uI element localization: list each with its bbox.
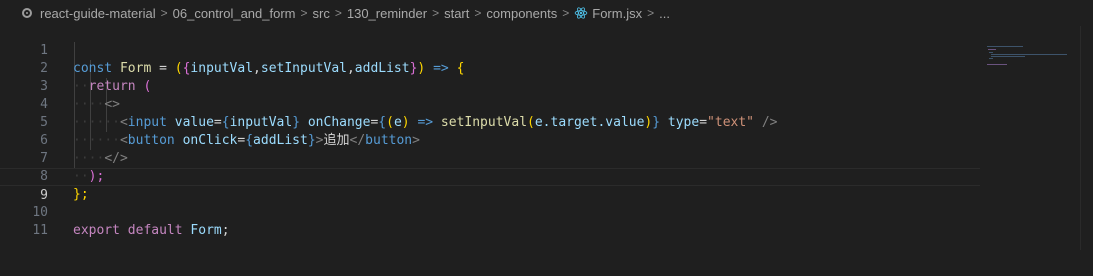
minimap-line bbox=[991, 56, 1025, 57]
minimap[interactable] bbox=[985, 44, 1080, 74]
breadcrumb-item-section[interactable]: 06_control_and_form bbox=[173, 6, 296, 21]
code-line-10: 10 export default Form; bbox=[0, 186, 980, 238]
code-line-9-current[interactable]: 9 bbox=[0, 168, 980, 203]
circle-dot-icon bbox=[22, 8, 32, 18]
code-line-7: 7 ··); bbox=[0, 132, 980, 184]
chevron-right-icon: > bbox=[334, 6, 342, 20]
minimap-line bbox=[987, 46, 1023, 47]
minimap-line bbox=[989, 52, 993, 53]
code-editor[interactable]: 1 const Form = ({inputVal,setInputVal,ad… bbox=[0, 24, 1093, 250]
code-line-8: 8 }; bbox=[0, 150, 980, 202]
code-line-11: 11 bbox=[0, 204, 980, 238]
breadcrumb-item-file[interactable]: Form.jsx bbox=[592, 6, 642, 21]
chevron-right-icon: > bbox=[432, 6, 440, 20]
vertical-scrollbar[interactable] bbox=[1080, 26, 1093, 250]
breadcrumb-item-start[interactable]: start bbox=[444, 6, 469, 21]
breadcrumb-more[interactable]: ... bbox=[659, 6, 670, 21]
chevron-right-icon: > bbox=[474, 6, 482, 20]
line-number: 11 bbox=[32, 223, 48, 238]
minimap-line bbox=[989, 58, 993, 59]
chevron-right-icon: > bbox=[160, 6, 168, 20]
chevron-right-icon: > bbox=[300, 6, 308, 20]
minimap-line bbox=[987, 64, 1007, 65]
code-line-4: 4 ······<input value={inputVal} onChange… bbox=[0, 78, 980, 130]
code-line-3: 3 ····<> bbox=[0, 60, 980, 112]
chevron-right-icon: > bbox=[562, 6, 570, 20]
code-line-1: 1 const Form = ({inputVal,setInputVal,ad… bbox=[0, 24, 980, 76]
chevron-right-icon: > bbox=[647, 6, 655, 20]
breadcrumb-item-src[interactable]: src bbox=[313, 6, 330, 21]
breadcrumb-item-components[interactable]: components bbox=[486, 6, 557, 21]
code-line-5: 5 ······<button onClick={addList}>追加</bu… bbox=[0, 96, 980, 148]
code-line-2: 2 ··return ( bbox=[0, 42, 980, 94]
minimap-line bbox=[988, 49, 996, 50]
breadcrumb: react-guide-material > 06_control_and_fo… bbox=[0, 0, 1093, 26]
breadcrumb-item-folder[interactable]: 130_reminder bbox=[347, 6, 427, 21]
breadcrumb-item-root[interactable]: react-guide-material bbox=[40, 6, 156, 21]
code-line-6: 6 ····</> bbox=[0, 114, 980, 166]
react-icon bbox=[574, 6, 588, 20]
minimap-line bbox=[991, 54, 1067, 55]
